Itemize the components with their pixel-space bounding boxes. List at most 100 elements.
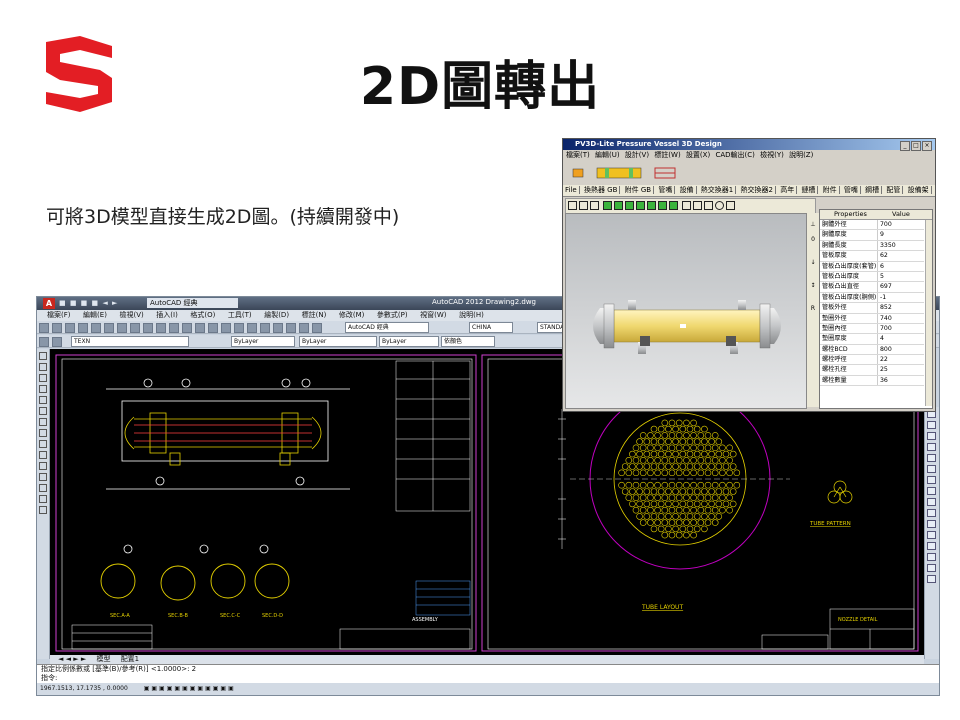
menu-window[interactable]: 視窗(W) — [420, 310, 446, 321]
pv-menu-design[interactable]: 設計(V) — [625, 151, 649, 159]
property-row[interactable]: 管板凸出厚度 5 — [820, 271, 924, 283]
select-icon[interactable] — [568, 201, 577, 210]
pan-icon[interactable] — [195, 323, 205, 333]
markup-icon[interactable] — [299, 323, 309, 333]
property-row[interactable]: 管板厚度 62 — [820, 251, 924, 262]
linetype-combo[interactable]: ByLayer — [299, 336, 377, 347]
property-row[interactable]: 螺栓BCD 800 — [820, 344, 924, 356]
line-tool-icon[interactable] — [39, 352, 47, 360]
spline-tool-icon[interactable] — [39, 418, 47, 426]
menu-view[interactable]: 檢視(V) — [119, 310, 143, 321]
preview-icon[interactable] — [91, 323, 101, 333]
menu-edit[interactable]: 編輯(E) — [83, 310, 107, 321]
view-left-icon[interactable] — [625, 201, 635, 210]
pv-tab-14[interactable]: 設備架 — [905, 186, 932, 194]
pv-tab-file[interactable]: File — [563, 186, 580, 194]
zoom-prev-icon[interactable] — [234, 323, 244, 333]
pv-tab-exchanger-gb[interactable]: 換熱器 GB — [581, 186, 621, 194]
view-top-icon[interactable] — [647, 201, 657, 210]
mtext-tool-icon[interactable] — [39, 506, 47, 514]
orbit-icon[interactable] — [715, 201, 725, 210]
tab-layout1[interactable]: 配置1 — [121, 655, 139, 663]
arrow-2-icon[interactable]: ↕ — [807, 282, 819, 289]
view-right-icon[interactable] — [636, 201, 646, 210]
menu-help[interactable]: 說明(H) — [459, 310, 484, 321]
table-tool-icon[interactable] — [39, 495, 47, 503]
rectangle-tool-icon[interactable] — [39, 385, 47, 393]
tool-palette-icon[interactable] — [273, 323, 283, 333]
pv-tab-hx1[interactable]: 熱交換器1 — [698, 186, 737, 194]
pv-menu-file[interactable]: 檔案(T) — [566, 151, 590, 159]
extend-tool-icon[interactable] — [927, 520, 936, 528]
property-row[interactable]: 墊圈外徑 740 — [820, 313, 924, 324]
menu-dimension[interactable]: 標註(N) — [302, 310, 327, 321]
stretch-tool-icon[interactable] — [927, 498, 936, 506]
property-row[interactable]: 螺栓孔徑 25 — [820, 365, 924, 376]
sheet-set-icon[interactable] — [286, 323, 296, 333]
pv-menu-view[interactable]: 檢視(Y) — [760, 151, 784, 159]
property-row[interactable]: 胴體厚度 9 — [820, 230, 924, 241]
print-icon[interactable] — [78, 323, 88, 333]
pv-menu-help[interactable]: 說明(Z) — [789, 151, 813, 159]
workspace-combo[interactable]: AutoCAD 經典 — [147, 298, 238, 308]
redo-icon[interactable] — [182, 323, 192, 333]
autocad-app-menu-button[interactable]: A — [43, 298, 55, 309]
array-tool-icon[interactable] — [927, 454, 936, 462]
join-tool-icon[interactable] — [927, 542, 936, 550]
property-row[interactable]: 胴體外徑 700 — [820, 220, 924, 231]
calc-icon[interactable] — [312, 323, 322, 333]
gradient-tool-icon[interactable] — [39, 473, 47, 481]
pv-menu-edit[interactable]: 編輯(U) — [595, 151, 620, 159]
point-tool-icon[interactable] — [39, 451, 47, 459]
arc-tool-icon[interactable] — [39, 396, 47, 404]
open-icon[interactable] — [52, 323, 62, 333]
zero-button[interactable]: 0 — [807, 236, 819, 243]
property-row[interactable]: 螺栓數量 36 — [820, 375, 924, 387]
property-row[interactable]: 管板凸出直徑 697 — [820, 282, 924, 293]
mirror-tool-icon[interactable] — [927, 432, 936, 440]
offset-tool-icon[interactable] — [927, 443, 936, 451]
pv-tab-nozzle[interactable]: 管嘴 — [656, 186, 676, 194]
hatch-tool-icon[interactable] — [39, 462, 47, 470]
trim-tool-icon[interactable] — [927, 509, 936, 517]
lineweight-combo[interactable]: ByLayer — [379, 336, 439, 347]
text-style-combo[interactable]: CHINA — [469, 322, 513, 333]
render-icon[interactable] — [682, 201, 692, 210]
pv-tab-attachment-gb[interactable]: 附件 GB — [622, 186, 655, 194]
menu-tools[interactable]: 工具(T) — [228, 310, 252, 321]
menu-format[interactable]: 格式(O) — [190, 310, 215, 321]
anchor-icon[interactable]: ⊥ — [807, 221, 819, 228]
rotate-icon[interactable] — [704, 201, 714, 210]
layer-state-icon[interactable] — [52, 337, 62, 347]
polygon-tool-icon[interactable] — [39, 374, 47, 382]
pv-menu-settings[interactable]: 設置(X) — [686, 151, 710, 159]
command-line[interactable]: 指定比例係數或 [基準(B)/參考(R)] <1.0000>: 2 指令: — [37, 664, 939, 683]
scale-tool-icon[interactable] — [927, 487, 936, 495]
color-combo[interactable]: ByLayer — [231, 336, 295, 347]
reset-button[interactable]: R — [807, 305, 819, 312]
pv-tab-equipment[interactable]: 設備 — [677, 186, 697, 194]
design-center-icon[interactable] — [260, 323, 270, 333]
view-iso-icon[interactable] — [669, 201, 679, 210]
chamfer-tool-icon[interactable] — [927, 553, 936, 561]
view-back-icon[interactable] — [614, 201, 624, 210]
move-tool-icon[interactable] — [927, 465, 936, 473]
pv-tab-11[interactable]: 管嘴 — [841, 186, 861, 194]
3d-viewport[interactable] — [565, 213, 807, 409]
polyline-tool-icon[interactable] — [39, 363, 47, 371]
color-icon[interactable] — [693, 201, 703, 210]
pv-tab-13[interactable]: 配管 — [884, 186, 904, 194]
zoom-window-icon[interactable] — [221, 323, 231, 333]
fillet-tool-icon[interactable] — [927, 564, 936, 572]
property-row[interactable]: 管板外徑 852 — [820, 303, 924, 314]
menu-modify[interactable]: 修改(M) — [339, 310, 365, 321]
undo-icon[interactable] — [169, 323, 179, 333]
save-icon[interactable] — [65, 323, 75, 333]
pv-tab-hx2[interactable]: 熱交換器2 — [738, 186, 776, 194]
property-row[interactable]: 墊圈內徑 700 — [820, 323, 924, 335]
property-row[interactable]: 管板凸出厚度(胴側) -1 — [820, 292, 924, 304]
nav-arrows-icon[interactable]: ◄ ◄ ► ► — [58, 655, 86, 663]
property-row[interactable]: 墊圈厚度 4 — [820, 334, 924, 345]
menu-file[interactable]: 檔案(F) — [47, 310, 71, 321]
rotate-tool-icon[interactable] — [927, 476, 936, 484]
